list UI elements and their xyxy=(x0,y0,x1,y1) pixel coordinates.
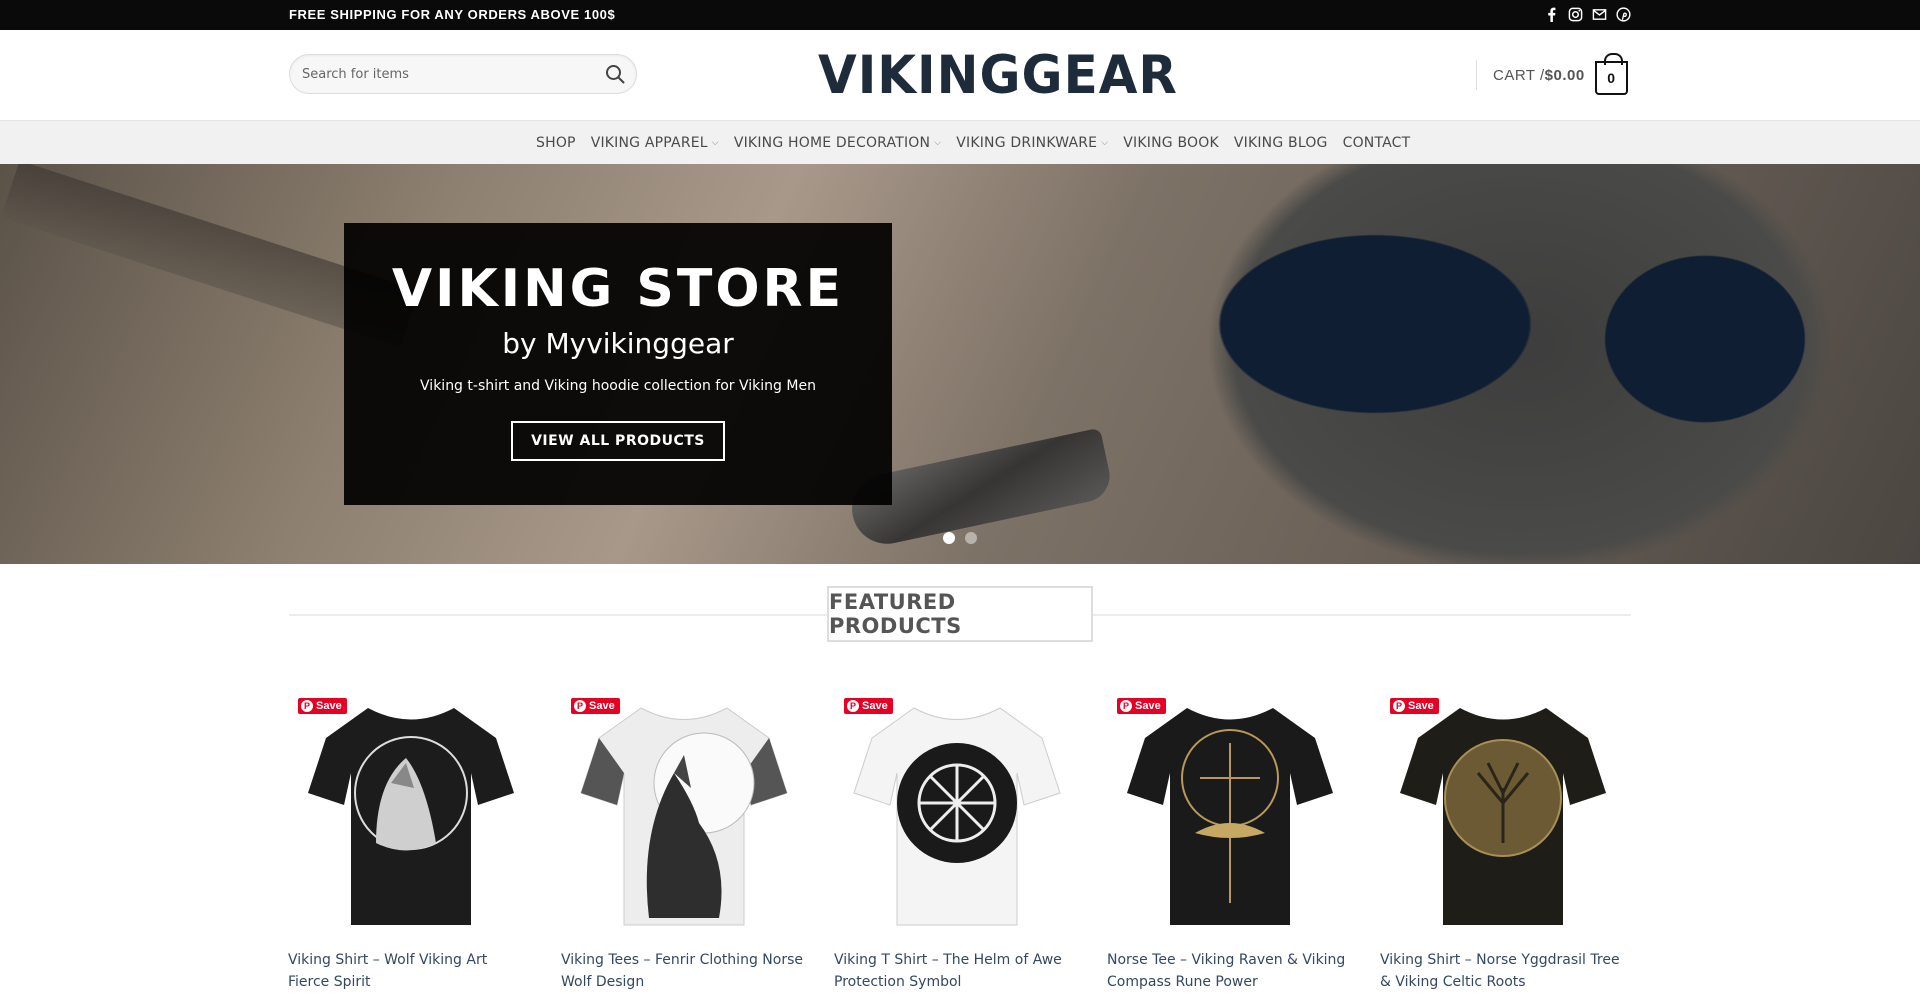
product-card[interactable]: P Save Viking Shirt – Norse Yggdrasil Tre… xyxy=(1380,690,1625,993)
pinterest-icon: P xyxy=(301,700,313,712)
black-tshirt-yggdrasil-icon xyxy=(1399,707,1606,925)
search-input[interactable] xyxy=(302,55,592,93)
nav-item-viking-apparel[interactable]: VIKING APPAREL ⌵ xyxy=(591,135,719,151)
chevron-down-icon: ⌵ xyxy=(1101,138,1109,148)
site-header: VIKINGGEAR CART / $0.00 0 xyxy=(0,30,1920,120)
nav-item-viking-home-decoration[interactable]: VIKING HOME DECORATION ⌵ xyxy=(734,135,941,151)
search-box xyxy=(289,54,637,94)
hero-description: Viking t-shirt and Viking hoodie collect… xyxy=(420,378,816,394)
slider-dots xyxy=(943,532,977,544)
cart-divider xyxy=(1476,60,1477,90)
pinterest-icon: P xyxy=(1393,700,1405,712)
cart-count-badge[interactable]: 0 xyxy=(1594,53,1628,95)
email-icon[interactable] xyxy=(1590,5,1608,23)
view-all-products-button[interactable]: VIEW ALL PRODUCTS xyxy=(511,421,725,461)
pinterest-save-button[interactable]: P Save xyxy=(298,698,347,714)
pinterest-icon[interactable] xyxy=(1614,5,1632,23)
featured-products-heading: FEATURED PRODUCTS xyxy=(827,586,1093,642)
pinterest-save-button[interactable]: P Save xyxy=(571,698,620,714)
product-grid: P Save Viking Shirt – Wolf Viking Art Fie… xyxy=(288,690,1632,993)
chevron-down-icon: ⌵ xyxy=(934,138,942,148)
pinterest-save-button[interactable]: P Save xyxy=(1390,698,1439,714)
nav-item-shop[interactable]: SHOP xyxy=(536,135,576,151)
cart-label: CART / xyxy=(1493,66,1545,84)
search-icon[interactable] xyxy=(604,63,626,85)
cart-amount: $0.00 xyxy=(1544,66,1585,84)
cart-link[interactable]: CART / $0.00 0 xyxy=(1476,50,1628,100)
product-card[interactable]: P Save Viking Tees – Fenrir Clothing Nors… xyxy=(561,690,806,993)
nav-item-viking-blog[interactable]: VIKING BLOG xyxy=(1234,135,1328,151)
hero-title: VIKING STORE xyxy=(391,259,845,319)
product-image[interactable] xyxy=(834,690,1079,935)
site-logo[interactable]: VIKINGGEAR xyxy=(808,42,1177,108)
pinterest-icon: P xyxy=(847,700,859,712)
product-card[interactable]: P Save Viking Shirt – Wolf Viking Art Fie… xyxy=(288,690,533,993)
nav-item-contact[interactable]: CONTACT xyxy=(1343,135,1411,151)
pinterest-icon: P xyxy=(574,700,586,712)
product-title[interactable]: Norse Tee – Viking Raven & Viking Compas… xyxy=(1107,949,1352,993)
shipping-message: FREE SHIPPING FOR ANY ORDERS ABOVE 100$ xyxy=(289,7,616,22)
social-links xyxy=(1542,5,1632,23)
chevron-down-icon: ⌵ xyxy=(711,138,719,148)
hero-caption-box: VIKING STORE by Myvikinggear Viking t-sh… xyxy=(344,223,892,505)
nav-item-viking-drinkware[interactable]: VIKING DRINKWARE ⌵ xyxy=(956,135,1108,151)
hero-slider[interactable]: VIKING STORE by Myvikinggear Viking t-sh… xyxy=(0,164,1920,564)
product-card[interactable]: P Save Norse Tee – Viking Raven & Viking … xyxy=(1107,690,1352,993)
product-image[interactable] xyxy=(561,690,806,935)
black-tshirt-raven-compass-icon xyxy=(1126,707,1333,925)
product-title[interactable]: Viking Shirt – Wolf Viking Art Fierce Sp… xyxy=(288,949,533,993)
facebook-icon[interactable] xyxy=(1542,5,1560,23)
pinterest-save-button[interactable]: P Save xyxy=(1117,698,1166,714)
slider-dot-1[interactable] xyxy=(943,532,955,544)
top-bar: FREE SHIPPING FOR ANY ORDERS ABOVE 100$ xyxy=(0,0,1920,30)
product-title[interactable]: Viking Tees – Fenrir Clothing Norse Wolf… xyxy=(561,949,806,993)
product-title[interactable]: Viking Shirt – Norse Yggdrasil Tree & Vi… xyxy=(1380,949,1625,993)
product-title[interactable]: Viking T Shirt – The Helm of Awe Protect… xyxy=(834,949,1079,993)
logo-text: VIKINGGEAR xyxy=(818,44,1178,106)
instagram-icon[interactable] xyxy=(1566,5,1584,23)
product-image[interactable] xyxy=(288,690,533,935)
product-image[interactable] xyxy=(1107,690,1352,935)
white-tshirt-helm-of-awe-icon xyxy=(852,706,1061,925)
nav-item-viking-book[interactable]: VIKING BOOK xyxy=(1123,135,1219,151)
main-navigation: SHOP VIKING APPAREL ⌵ VIKING HOME DECORAT… xyxy=(0,120,1920,164)
pinterest-save-button[interactable]: P Save xyxy=(844,698,893,714)
white-tshirt-fenrir-icon xyxy=(579,706,788,925)
slider-dot-2[interactable] xyxy=(965,532,977,544)
product-image[interactable] xyxy=(1380,690,1625,935)
hero-subtitle: by Myvikinggear xyxy=(502,327,734,360)
black-tshirt-wolf-icon xyxy=(307,707,514,925)
product-card[interactable]: P Save Viking T Shirt – The Helm of Awe P… xyxy=(834,690,1079,993)
pinterest-icon: P xyxy=(1120,700,1132,712)
